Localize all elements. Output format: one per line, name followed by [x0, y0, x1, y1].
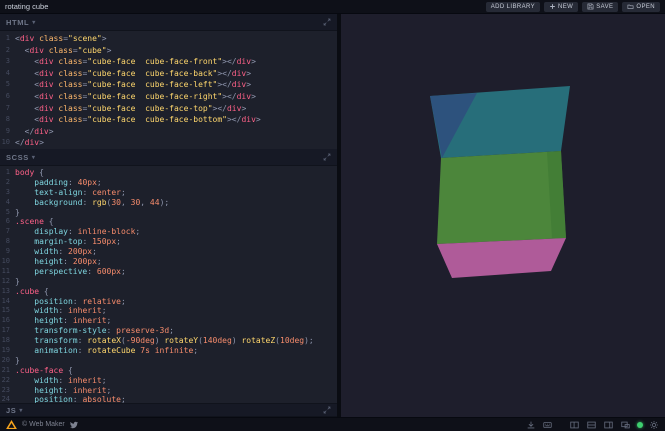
html-panel-header[interactable]: HTML ▾: [0, 14, 337, 31]
code-line: 8 margin-top: 150px;: [0, 237, 337, 247]
layout-vertical-icon: [569, 420, 580, 430]
status-dot[interactable]: [637, 422, 643, 428]
footer: © Web Maker: [0, 417, 665, 431]
triangle-logo-icon: [6, 420, 17, 429]
footer-actions: [526, 420, 659, 430]
new-label: NEW: [558, 4, 573, 10]
save-label: SAVE: [596, 4, 613, 10]
layout-horizontal-icon: [586, 420, 597, 430]
code-line: 3 <div class="cube-face cube-face-front"…: [0, 56, 337, 68]
chevron-down-icon: ▾: [32, 19, 36, 26]
preview-pane: [341, 14, 665, 417]
code-line: 20}: [0, 356, 337, 366]
open-label: OPEN: [636, 4, 655, 10]
code-line: 16 height: inherit;: [0, 316, 337, 326]
code-line: 1<div class="scene">: [0, 33, 337, 45]
expand-icon[interactable]: [323, 153, 331, 161]
preview-svg: [341, 14, 665, 417]
editor-column: HTML ▾ 1<div class="scene">2 <div class=…: [0, 14, 337, 417]
cube-front-face: [437, 151, 566, 244]
scss-panel-header[interactable]: SCSS ▾: [0, 149, 337, 166]
chevron-down-icon: ▾: [19, 407, 23, 414]
code-line: 5}: [0, 208, 337, 218]
layout-horizontal-button[interactable]: [586, 420, 597, 430]
html-editor[interactable]: 1<div class="scene">2 <div class="cube">…: [0, 31, 337, 149]
gear-icon: [649, 420, 659, 430]
topbar-actions: ADD LIBRARY NEW SAVE OPEN: [486, 2, 660, 12]
expand-icon[interactable]: [323, 406, 331, 414]
code-line: 17 transform-style: preserve-3d;: [0, 326, 337, 336]
twitter-icon: [70, 421, 78, 429]
layout-detached-button[interactable]: [620, 420, 631, 430]
code-line: 7 <div class="cube-face cube-face-top"><…: [0, 103, 337, 115]
code-line: 15 width: inherit;: [0, 306, 337, 316]
web-maker-app: rotating cube ADD LIBRARY NEW SAVE OPEN …: [0, 0, 665, 431]
settings-button[interactable]: [649, 420, 659, 430]
code-line: 2 <div class="cube">: [0, 45, 337, 57]
code-line: 10</div>: [0, 137, 337, 149]
expand-icon[interactable]: [323, 18, 331, 26]
code-line: 22 width: inherit;: [0, 376, 337, 386]
keyboard-shortcuts-button[interactable]: [542, 420, 553, 430]
folder-icon: [627, 3, 634, 10]
code-line: 9 width: 200px;: [0, 247, 337, 257]
layout-right-icon: [603, 420, 614, 430]
cube-bottom-face: [437, 238, 566, 278]
copyright-text: © Web Maker: [22, 421, 65, 428]
code-line: 14 position: relative;: [0, 297, 337, 307]
code-line: 24 position: absolute;: [0, 395, 337, 403]
code-line: 8 <div class="cube-face cube-face-bottom…: [0, 114, 337, 126]
code-line: 11 perspective: 600px;: [0, 267, 337, 277]
code-line: 12}: [0, 277, 337, 287]
open-button[interactable]: OPEN: [622, 2, 660, 12]
scss-panel-label: SCSS: [6, 153, 29, 162]
code-line: 21.cube-face {: [0, 366, 337, 376]
new-button[interactable]: NEW: [544, 2, 578, 12]
download-icon: [526, 420, 536, 430]
code-line: 6.scene {: [0, 217, 337, 227]
code-line: 5 <div class="cube-face cube-face-left">…: [0, 79, 337, 91]
topbar: rotating cube ADD LIBRARY NEW SAVE OPEN: [0, 0, 665, 14]
scss-editor[interactable]: 1body {2 padding: 40px;3 text-align: cen…: [0, 166, 337, 403]
code-line: 6 <div class="cube-face cube-face-right"…: [0, 91, 337, 103]
code-line: 4 background: rgb(30, 30, 44);: [0, 198, 337, 208]
add-library-label: ADD LIBRARY: [491, 4, 535, 10]
download-file-button[interactable]: [526, 420, 536, 430]
main-area: HTML ▾ 1<div class="scene">2 <div class=…: [0, 14, 665, 417]
code-line: 9 </div>: [0, 126, 337, 138]
web-maker-logo[interactable]: [6, 420, 17, 429]
code-line: 13.cube {: [0, 287, 337, 297]
layout-detached-icon: [620, 420, 631, 430]
add-library-button[interactable]: ADD LIBRARY: [486, 2, 540, 12]
code-line: 7 display: inline-block;: [0, 227, 337, 237]
js-panel-header[interactable]: JS ▾: [0, 403, 337, 417]
twitter-link[interactable]: [70, 421, 78, 429]
save-icon: [587, 3, 594, 10]
code-line: 1body {: [0, 168, 337, 178]
code-line: 18 transform: rotateX(-90deg) rotateY(14…: [0, 336, 337, 346]
chevron-down-icon: ▾: [32, 154, 36, 161]
plus-icon: [549, 3, 556, 10]
code-line: 19 animation: rotateCube 7s infinite;: [0, 346, 337, 356]
layout-right-button[interactable]: [603, 420, 614, 430]
code-line: 3 text-align: center;: [0, 188, 337, 198]
code-line: 10 height: 200px;: [0, 257, 337, 267]
html-panel-label: HTML: [6, 18, 29, 27]
save-button[interactable]: SAVE: [582, 2, 618, 12]
code-line: 4 <div class="cube-face cube-face-back">…: [0, 68, 337, 80]
code-line: 23 height: inherit;: [0, 386, 337, 396]
layout-vertical-button[interactable]: [569, 420, 580, 430]
js-panel-label: JS: [6, 406, 16, 415]
project-title[interactable]: rotating cube: [5, 2, 48, 11]
keyboard-icon: [542, 420, 553, 430]
code-line: 2 padding: 40px;: [0, 178, 337, 188]
